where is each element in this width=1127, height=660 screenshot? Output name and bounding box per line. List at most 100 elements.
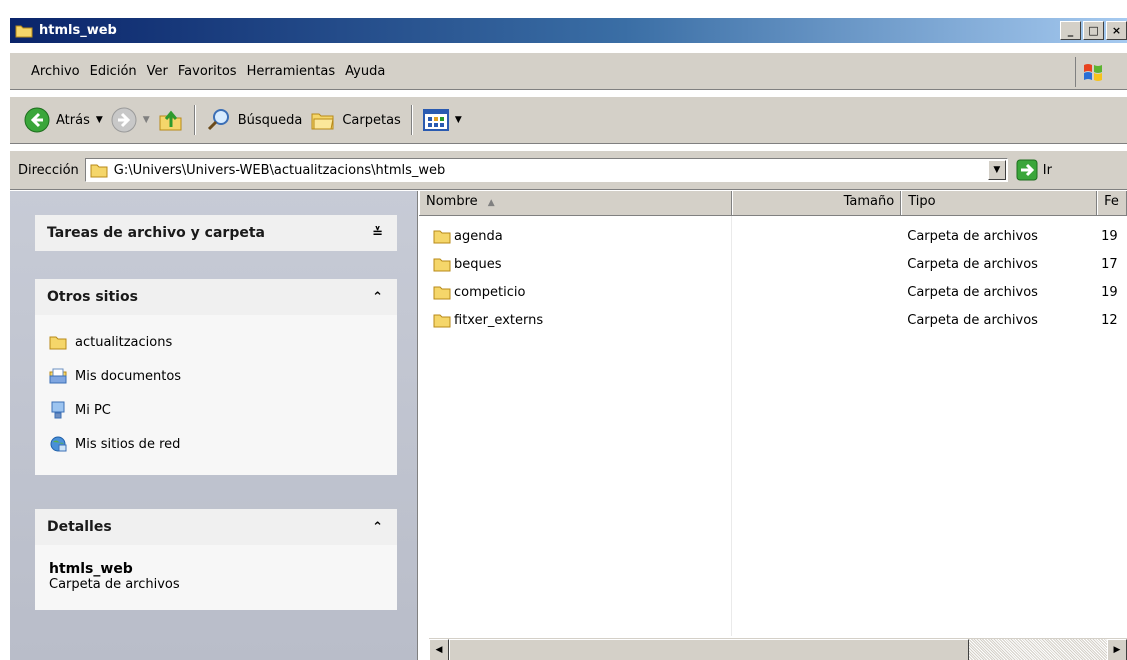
views-button[interactable]: ▼ xyxy=(419,100,466,140)
menu-ayuda[interactable]: Ayuda xyxy=(345,64,395,79)
folders-button[interactable]: Carpetas xyxy=(306,100,404,140)
other-places-panel: Otros sitios ⌃ actualitzacions Mis docum… xyxy=(35,279,397,475)
column-header-size[interactable]: Tamaño xyxy=(732,191,902,215)
toolbar: Atrás ▼ ▼ Búsqueda Carpetas ▼ xyxy=(10,96,1127,144)
list-item[interactable]: competicio Carpeta de archivos 19 xyxy=(419,278,1127,306)
chevron-down-icon[interactable]: ▼ xyxy=(455,115,462,125)
address-bar: Dirección G:\Univers\Univers-WEB\actuali… xyxy=(10,150,1127,190)
my-documents-icon xyxy=(49,368,67,384)
minimize-button[interactable]: _ xyxy=(1060,21,1081,40)
item-type: Carpeta de archivos xyxy=(907,228,1038,244)
address-dropdown-button[interactable]: ▼ xyxy=(987,160,1006,180)
details-body: htmls_web Carpeta de archivos xyxy=(35,545,397,610)
folder-icon xyxy=(49,336,67,350)
other-place-label: Mis documentos xyxy=(75,368,182,384)
details-header[interactable]: Detalles ⌃ xyxy=(35,509,397,545)
menu-herramientas[interactable]: Herramientas xyxy=(247,64,346,79)
forward-arrow-icon xyxy=(111,107,137,133)
toolbar-separator xyxy=(410,105,413,135)
maximize-button[interactable]: □ xyxy=(1083,21,1104,40)
scroll-right-button[interactable]: ▶ xyxy=(1107,639,1127,660)
windows-logo-icon xyxy=(1075,57,1109,87)
other-place-mis-sitios-de-red[interactable]: Mis sitios de red xyxy=(49,427,385,461)
scrollbar-thumb[interactable] xyxy=(449,639,969,660)
menu-edicion[interactable]: Edición xyxy=(90,64,147,79)
other-places-header[interactable]: Otros sitios ⌃ xyxy=(35,279,397,315)
column-header-name[interactable]: Nombre ▲ xyxy=(419,191,733,215)
details-panel: Detalles ⌃ htmls_web Carpeta de archivos xyxy=(35,509,397,610)
list-item[interactable]: agenda Carpeta de archivos 19 xyxy=(419,222,1127,250)
item-type: Carpeta de archivos xyxy=(907,256,1038,272)
collapse-chevron-icon[interactable]: ⌃ xyxy=(372,520,383,535)
up-folder-icon xyxy=(159,110,182,131)
window-title: htmls_web xyxy=(39,23,117,38)
search-label: Búsqueda xyxy=(237,112,303,128)
network-places-icon xyxy=(50,436,67,452)
back-button[interactable]: Atrás ▼ xyxy=(20,100,107,140)
back-arrow-icon xyxy=(24,107,50,133)
other-place-label: actualitzacions xyxy=(75,334,173,350)
close-button[interactable]: × xyxy=(1106,21,1127,40)
menu-ver[interactable]: Ver xyxy=(147,64,178,79)
go-button[interactable]: Ir xyxy=(1016,159,1052,181)
expand-chevron-icon[interactable]: ≚ xyxy=(372,226,383,241)
item-name: beques xyxy=(454,256,502,272)
address-label: Dirección xyxy=(18,162,79,178)
go-arrow-icon xyxy=(1016,159,1038,181)
chevron-down-icon[interactable]: ▼ xyxy=(96,115,103,125)
folders-icon xyxy=(311,113,334,130)
search-button[interactable]: Búsqueda xyxy=(202,100,307,140)
menu-archivo[interactable]: Archivo xyxy=(10,64,90,79)
chevron-down-icon[interactable]: ▼ xyxy=(143,115,150,125)
folder-icon xyxy=(433,230,451,244)
item-date: 17 xyxy=(1101,256,1118,272)
folder-icon xyxy=(90,164,108,178)
other-place-label: Mis sitios de red xyxy=(75,436,181,452)
my-computer-icon xyxy=(51,401,65,419)
up-folder-button[interactable] xyxy=(154,100,188,140)
item-name: agenda xyxy=(454,228,503,244)
folders-label: Carpetas xyxy=(342,112,401,128)
task-pane: Tareas de archivo y carpeta ≚ Otros siti… xyxy=(10,191,418,660)
item-type: Carpeta de archivos xyxy=(907,284,1038,300)
details-type: Carpeta de archivos xyxy=(49,577,180,592)
file-tasks-title: Tareas de archivo y carpeta xyxy=(47,225,265,241)
address-value: G:\Univers\Univers-WEB\actualitzacions\h… xyxy=(113,162,446,178)
column-separator xyxy=(731,216,732,636)
item-date: 12 xyxy=(1101,312,1118,328)
item-name: fitxer_externs xyxy=(454,312,544,328)
forward-button[interactable]: ▼ xyxy=(107,100,154,140)
sort-ascending-icon: ▲ xyxy=(487,198,495,208)
scroll-left-button[interactable]: ◀ xyxy=(429,639,449,660)
folder-icon xyxy=(433,286,451,300)
title-bar[interactable]: htmls_web _ □ × xyxy=(10,18,1127,43)
other-place-mi-pc[interactable]: Mi PC xyxy=(49,393,385,427)
item-date: 19 xyxy=(1101,284,1118,300)
list-item[interactable]: fitxer_externs Carpeta de archivos 12 xyxy=(419,306,1127,334)
other-place-mis-documentos[interactable]: Mis documentos xyxy=(49,359,385,393)
other-place-actualitzacions[interactable]: actualitzacions xyxy=(49,325,385,359)
item-type: Carpeta de archivos xyxy=(907,312,1038,328)
list-item[interactable]: beques Carpeta de archivos 17 xyxy=(419,250,1127,278)
go-label: Ir xyxy=(1042,162,1052,178)
address-input[interactable]: G:\Univers\Univers-WEB\actualitzacions\h… xyxy=(84,158,1008,182)
collapse-chevron-icon[interactable]: ⌃ xyxy=(372,290,383,305)
folder-icon xyxy=(433,258,451,272)
horizontal-scrollbar[interactable]: ◀ ▶ xyxy=(429,638,1127,660)
item-name: competicio xyxy=(454,284,526,300)
details-title: Detalles xyxy=(47,519,112,535)
menu-favoritos[interactable]: Favoritos xyxy=(178,64,247,79)
folder-icon xyxy=(15,25,33,37)
toolbar-separator xyxy=(193,105,196,135)
views-icon xyxy=(422,109,449,131)
column-header-date[interactable]: Fe xyxy=(1097,191,1127,215)
other-places-list: actualitzacions Mis documentos Mi PC Mis… xyxy=(35,315,397,475)
column-header-type[interactable]: Tipo xyxy=(901,191,1098,215)
file-tasks-header[interactable]: Tareas de archivo y carpeta ≚ xyxy=(35,215,397,251)
column-headers: Nombre ▲ Tamaño Tipo Fe xyxy=(419,191,1127,216)
file-list-pane: Nombre ▲ Tamaño Tipo Fe agenda Carpeta d… xyxy=(419,191,1127,660)
item-date: 19 xyxy=(1101,228,1118,244)
file-tasks-panel: Tareas de archivo y carpeta ≚ xyxy=(35,215,397,251)
scrollbar-track[interactable] xyxy=(969,639,1107,660)
search-icon xyxy=(207,109,229,131)
